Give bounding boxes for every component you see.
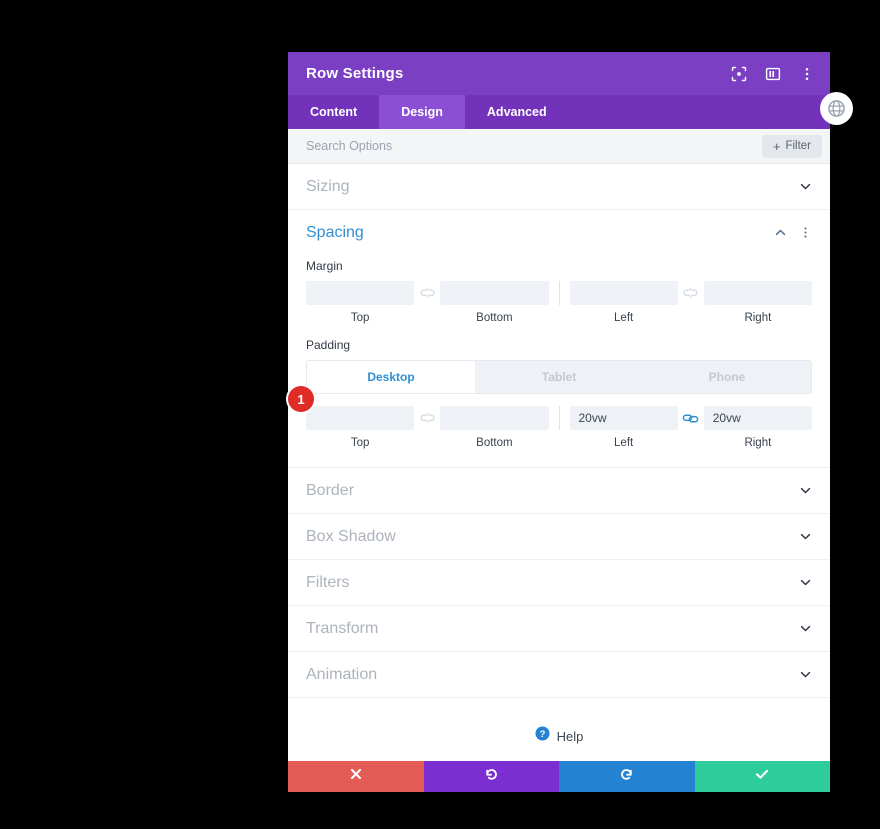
help-link[interactable]: ? Help — [288, 698, 830, 746]
cancel-button[interactable] — [288, 761, 424, 792]
padding-left-input[interactable] — [569, 406, 678, 430]
section-border-label: Border — [306, 481, 355, 499]
link-broken-icon[interactable] — [678, 281, 704, 305]
link-connected-icon[interactable] — [678, 406, 704, 430]
modal-footer — [288, 761, 830, 792]
section-spacing-actions — [773, 226, 812, 240]
margin-bottom-label: Bottom — [476, 312, 513, 324]
tab-design[interactable]: Design — [379, 95, 465, 129]
padding-right-cell: Right — [703, 406, 812, 449]
filter-button[interactable]: + Filter — [761, 134, 822, 158]
settings-body: Sizing Spacing Margin Top Bottom Left Ri… — [288, 164, 830, 761]
filter-button-label: Filter — [785, 140, 811, 152]
chevron-up-icon[interactable] — [773, 226, 787, 240]
margin-left-right-group: Left Right — [569, 281, 812, 324]
screen: Row Settings Content Design Advanced Sea… — [0, 0, 880, 829]
save-button[interactable] — [694, 761, 830, 792]
chevron-down-icon[interactable] — [798, 576, 812, 590]
device-tab-phone[interactable]: Phone — [643, 361, 811, 393]
section-spacing: Spacing Margin Top Bottom Left Right Pad… — [288, 210, 830, 468]
margin-bottom-input[interactable] — [440, 281, 549, 305]
close-x-icon — [349, 767, 363, 786]
redo-button[interactable] — [559, 761, 695, 792]
help-label: Help — [556, 728, 584, 744]
chevron-down-icon[interactable] — [798, 622, 812, 636]
margin-right-cell: Right — [703, 281, 812, 324]
device-tab-desktop[interactable]: Desktop — [307, 361, 475, 393]
padding-top-label: Top — [350, 437, 370, 449]
margin-top-label: Top — [350, 312, 370, 324]
globe-preview-icon[interactable] — [820, 92, 853, 125]
focus-target-icon[interactable] — [730, 65, 748, 83]
section-border[interactable]: Border — [288, 468, 830, 514]
padding-bottom-label: Bottom — [476, 437, 513, 449]
section-animation[interactable]: Animation — [288, 652, 830, 698]
section-filters-label: Filters — [306, 573, 350, 591]
undo-button[interactable] — [423, 761, 559, 792]
section-animation-label: Animation — [306, 665, 378, 683]
section-sizing[interactable]: Sizing — [288, 164, 830, 210]
search-input[interactable] — [306, 139, 762, 153]
padding-label: Padding — [306, 338, 351, 352]
padding-right-label: Right — [744, 437, 772, 449]
padding-fields: Top Bottom 20vw Left 20vw Right — [288, 406, 830, 449]
settings-tabs: Content Design Advanced — [288, 95, 830, 129]
link-broken-icon[interactable] — [414, 281, 440, 305]
margin-fields: Top Bottom Left Right — [288, 281, 830, 324]
margin-top-input[interactable] — [306, 281, 415, 305]
link-broken-icon[interactable] — [414, 406, 440, 430]
padding-bottom-input[interactable] — [440, 406, 549, 430]
chevron-down-icon[interactable] — [798, 530, 812, 544]
tab-content[interactable]: Content — [288, 95, 379, 129]
padding-bottom-cell: Bottom — [440, 406, 549, 449]
svg-text:?: ? — [539, 729, 545, 740]
margin-label: Margin — [306, 259, 343, 273]
padding-left-cell: Left — [569, 406, 678, 449]
divider — [558, 281, 560, 305]
divider — [558, 406, 560, 430]
redo-arrow-icon — [619, 767, 634, 787]
margin-top-bottom-group: Top Bottom — [306, 281, 549, 324]
modal-titlebar: Row Settings — [288, 52, 830, 95]
page-title: Row Settings — [306, 65, 404, 82]
section-box-shadow-label: Box Shadow — [306, 527, 396, 545]
chevron-down-icon[interactable] — [798, 484, 812, 498]
section-filters[interactable]: Filters — [288, 560, 830, 606]
section-more-vertical-icon[interactable] — [798, 226, 812, 240]
padding-top-input[interactable] — [306, 406, 415, 430]
search-bar: + Filter — [288, 129, 830, 164]
section-transform-label: Transform — [306, 619, 379, 637]
section-sizing-label: Sizing — [306, 177, 350, 195]
padding-left-label: Left — [614, 437, 634, 449]
section-spacing-header[interactable]: Spacing — [288, 210, 830, 255]
row-settings-modal: Row Settings Content Design Advanced Sea… — [288, 52, 830, 792]
section-spacing-label: Spacing — [306, 223, 364, 241]
padding-top-cell: Top — [306, 406, 415, 449]
padding-right-input[interactable] — [703, 406, 812, 430]
section-transform[interactable]: Transform — [288, 606, 830, 652]
margin-right-label: Right — [744, 312, 772, 324]
question-circle-icon: ? — [535, 726, 550, 746]
plus-icon: + — [772, 138, 781, 154]
padding-top-bottom-group: Top Bottom — [306, 406, 549, 449]
margin-left-label: Left — [614, 312, 634, 324]
layout-panel-icon[interactable] — [764, 65, 782, 83]
device-tab-tablet[interactable]: Tablet — [475, 361, 643, 393]
more-vertical-icon[interactable] — [798, 65, 816, 83]
margin-top-cell: Top — [306, 281, 415, 324]
padding-device-tabs: Desktop Tablet Phone — [306, 360, 812, 394]
titlebar-actions — [730, 65, 816, 83]
chevron-down-icon[interactable] — [798, 180, 812, 194]
checkmark-icon — [754, 766, 770, 787]
chevron-down-icon[interactable] — [798, 668, 812, 682]
tab-advanced[interactable]: Advanced — [465, 95, 569, 129]
margin-right-input[interactable] — [703, 281, 812, 305]
margin-left-input[interactable] — [569, 281, 678, 305]
margin-bottom-cell: Bottom — [440, 281, 549, 324]
step-badge-1: 1 — [288, 386, 314, 412]
margin-left-cell: Left — [569, 281, 678, 324]
padding-left-right-group: Left Right — [569, 406, 812, 449]
section-box-shadow[interactable]: Box Shadow — [288, 514, 830, 560]
undo-arrow-icon — [484, 767, 499, 787]
